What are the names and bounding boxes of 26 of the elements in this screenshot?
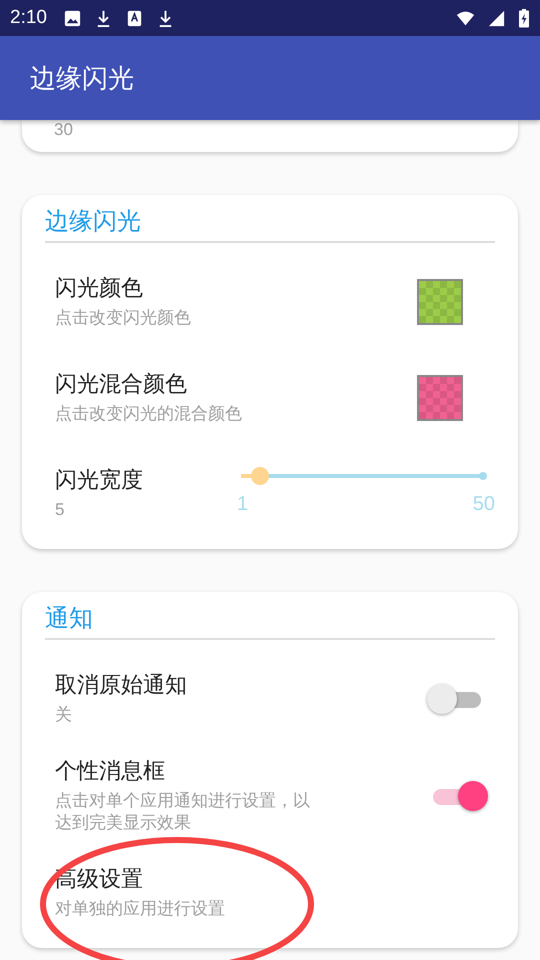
signal-icon — [487, 8, 506, 28]
setting-title[interactable]: 闪光混合颜色 — [55, 371, 187, 399]
slider-thumb[interactable] — [251, 466, 270, 484]
section-title: 通知 — [45, 603, 93, 634]
setting-description: 点击改变闪光的混合颜色 — [55, 403, 242, 425]
slider-max-label: 50 — [472, 492, 495, 516]
color-swatch[interactable] — [417, 279, 463, 325]
app-title: 边缘闪光 — [30, 62, 134, 96]
setting-value: 5 — [55, 499, 64, 521]
status-time: 2:10 — [10, 7, 47, 29]
setting-title[interactable]: 个性消息框 — [55, 758, 165, 786]
value-text: 30 — [54, 123, 73, 137]
setting-description: 对单独的应用进行设置 — [55, 898, 225, 920]
color-swatch[interactable] — [417, 375, 463, 421]
slider-min-label: 1 — [237, 492, 248, 516]
setting-description: 关 — [55, 704, 72, 726]
section-title: 边缘闪光 — [45, 206, 141, 237]
setting-title[interactable]: 闪光颜色 — [55, 275, 143, 303]
battery-charging-icon — [518, 8, 530, 28]
setting-title[interactable]: 取消原始通知 — [55, 672, 187, 700]
image-icon — [62, 8, 82, 28]
slider-end-dot — [479, 472, 487, 480]
wifi-icon — [456, 8, 475, 28]
setting-title[interactable]: 闪光宽度 — [55, 467, 143, 495]
setting-description: 点击对单个应用通知进行设置，以达到完美显示效果 — [55, 790, 311, 834]
setting-description: 点击改变闪光颜色 — [55, 307, 191, 329]
